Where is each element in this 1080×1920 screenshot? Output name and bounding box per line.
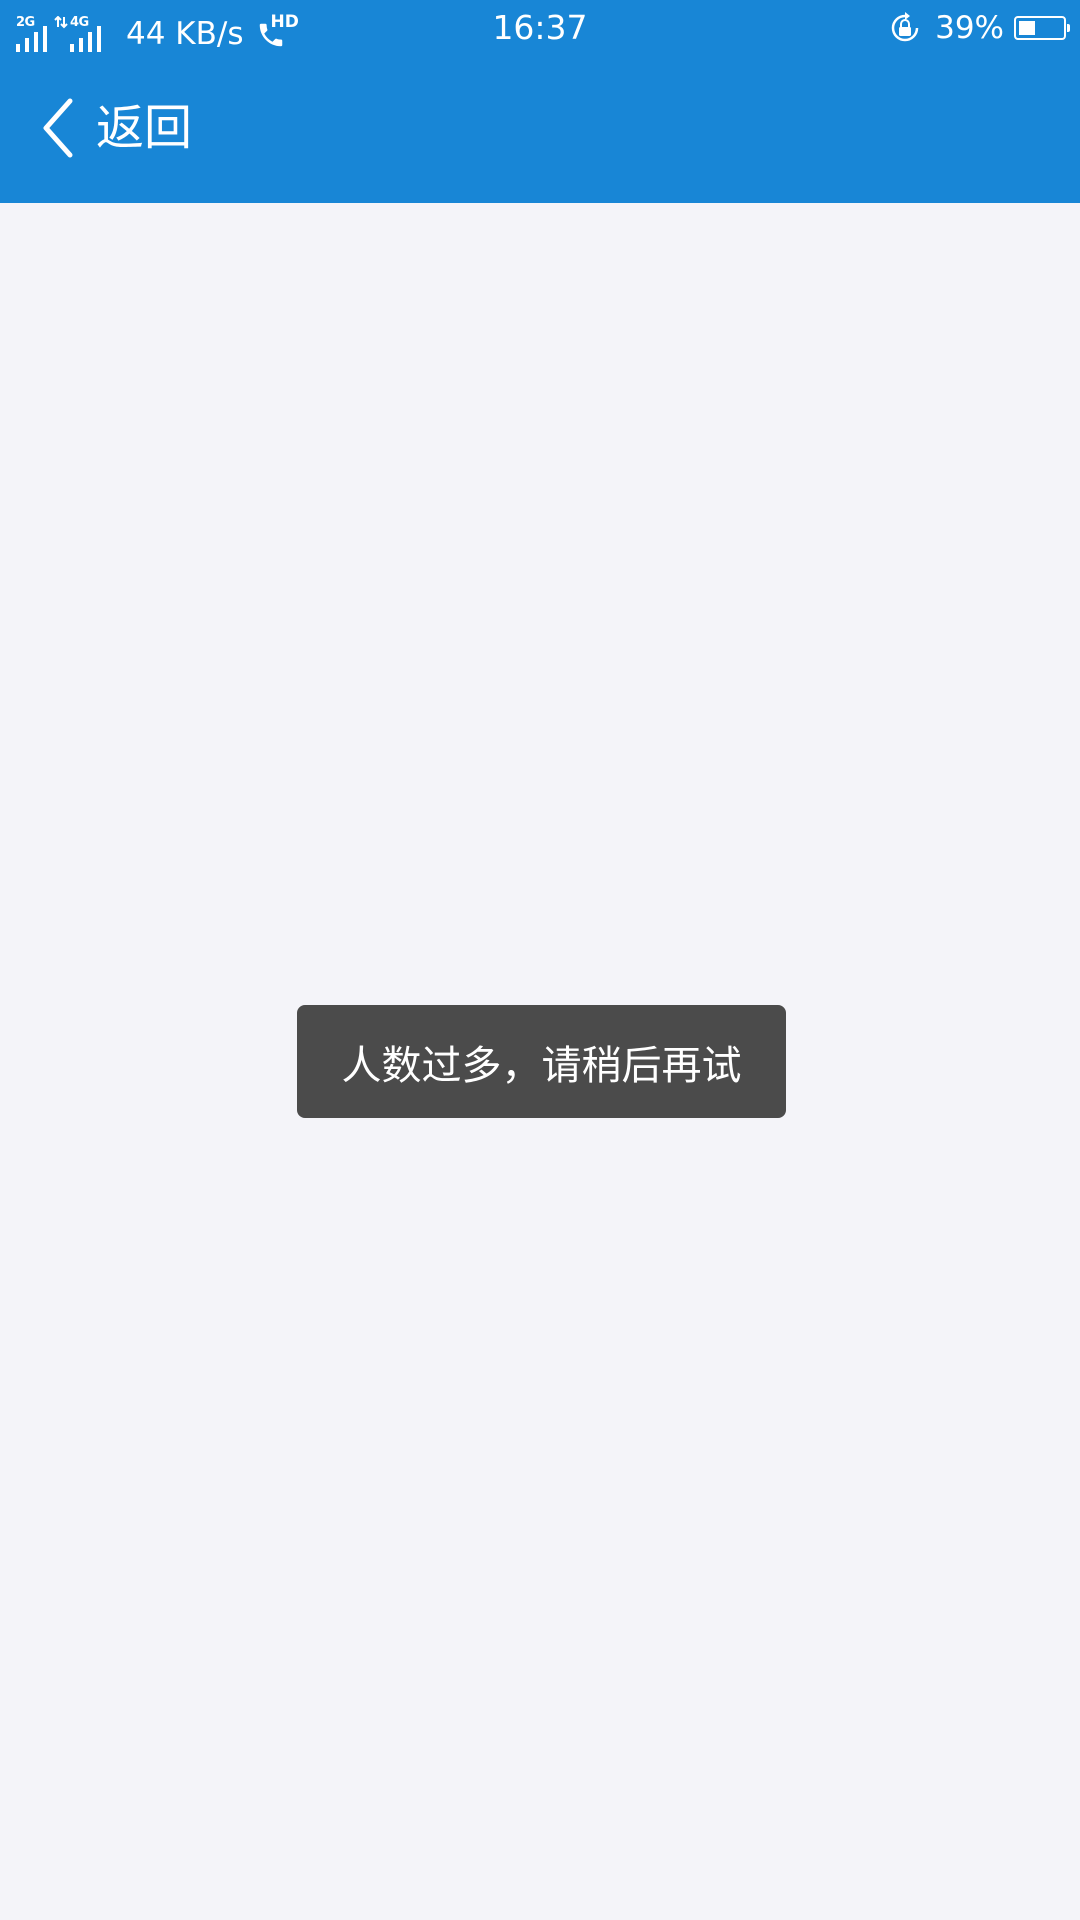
back-label: 返回	[96, 100, 193, 156]
battery-percent: 39%	[935, 10, 1004, 46]
app-header: 2G 4G 44 KB/s HD 16:37 39% 返回	[0, 0, 1080, 203]
toast-text: 人数过多，请稍后再试	[341, 1042, 742, 1089]
toast-message: 人数过多，请稍后再试	[297, 1005, 786, 1118]
status-bar: 2G 4G 44 KB/s HD 16:37 39%	[0, 0, 1080, 56]
status-right-group: 39%	[887, 8, 1070, 48]
battery-icon	[1014, 16, 1070, 40]
chevron-left-icon	[43, 98, 73, 158]
battery-fill	[1019, 21, 1035, 35]
rotation-lock-icon	[891, 12, 919, 42]
back-button[interactable]: 返回	[40, 88, 192, 168]
